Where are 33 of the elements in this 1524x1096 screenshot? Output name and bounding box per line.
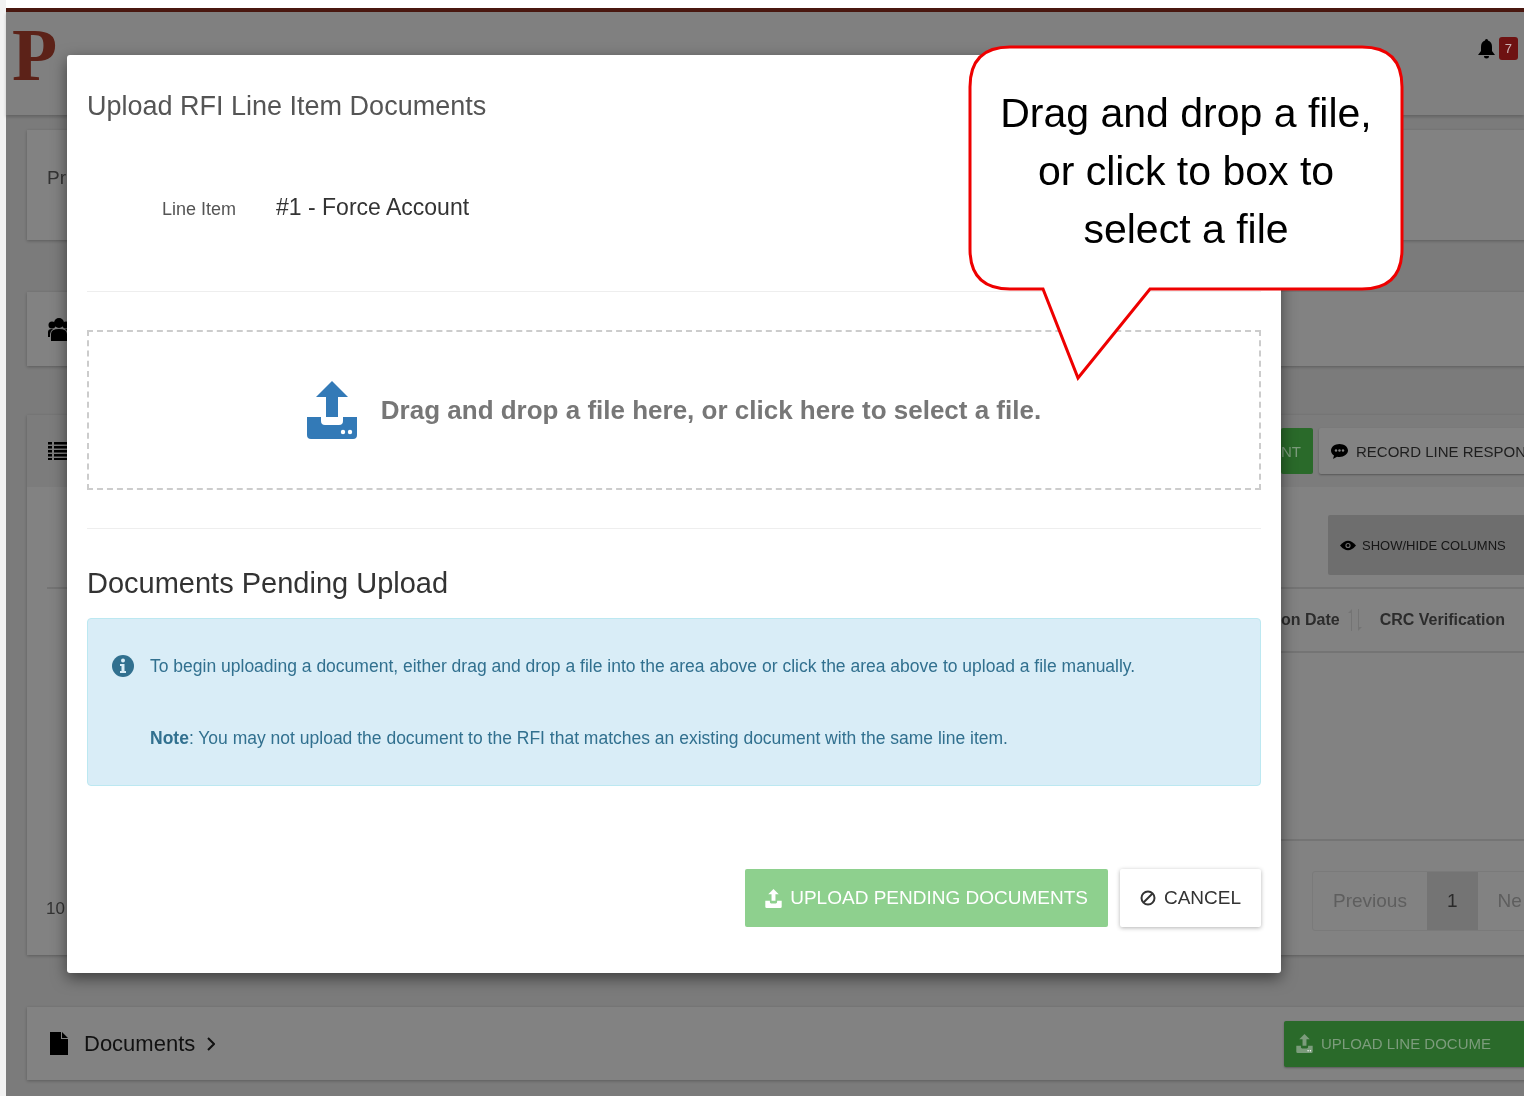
chevron-right-icon[interactable]	[207, 1036, 216, 1051]
show-hide-columns-button[interactable]: SHOW/HIDE COLUMNS	[1328, 515, 1524, 575]
bell-icon[interactable]	[1477, 38, 1495, 59]
record-response-button[interactable]: RECORD LINE RESPON	[1319, 428, 1524, 474]
info-text: Note: You may not upload the document to the RFI that matches an existing document with the same line item.	[150, 727, 1009, 749]
comment-icon	[1331, 443, 1348, 459]
section-text: Pr	[46, 166, 66, 189]
upload-icon	[765, 888, 783, 908]
upload-icon	[1296, 1034, 1313, 1053]
document-icon	[50, 1032, 68, 1055]
info-icon	[112, 655, 134, 678]
ban-icon	[1139, 890, 1156, 906]
dialog-title: Upload RFI Line Item Documents	[87, 91, 487, 122]
page-number-button[interactable]: 1	[1426, 872, 1478, 930]
line-item-value: #1 - Force Account	[276, 194, 470, 221]
documents-title[interactable]: Documents	[84, 1030, 196, 1057]
notification-badge: 7	[1498, 37, 1518, 60]
info-text: To begin uploading a document, either drag and drop a file into the area above or click the area above to upload a file manually.	[150, 655, 1137, 677]
upload-line-documents-button[interactable]: UPLOAD LINE DOCUME	[1284, 1020, 1524, 1067]
line-item-label: Line Item	[162, 199, 237, 220]
column-header[interactable]: CRC Verification	[1379, 611, 1506, 629]
cancel-button[interactable]: CANCEL	[1119, 869, 1261, 927]
eye-icon	[1340, 539, 1356, 551]
drop-zone-text: Drag and drop a file here, or click here to select a file.	[380, 394, 1042, 426]
upload-icon	[306, 381, 357, 439]
column-header[interactable]: on Date	[1281, 611, 1340, 629]
page-size-text: 10	[46, 899, 65, 919]
toolbar-button[interactable]: NT	[1281, 428, 1313, 474]
people-icon	[48, 317, 70, 341]
callout-text: Drag and drop a file, or click to box to select a file	[999, 89, 1373, 254]
list-icon	[48, 442, 68, 460]
portal-logo: P	[12, 17, 58, 92]
pending-uploads-title: Documents Pending Upload	[87, 567, 450, 600]
